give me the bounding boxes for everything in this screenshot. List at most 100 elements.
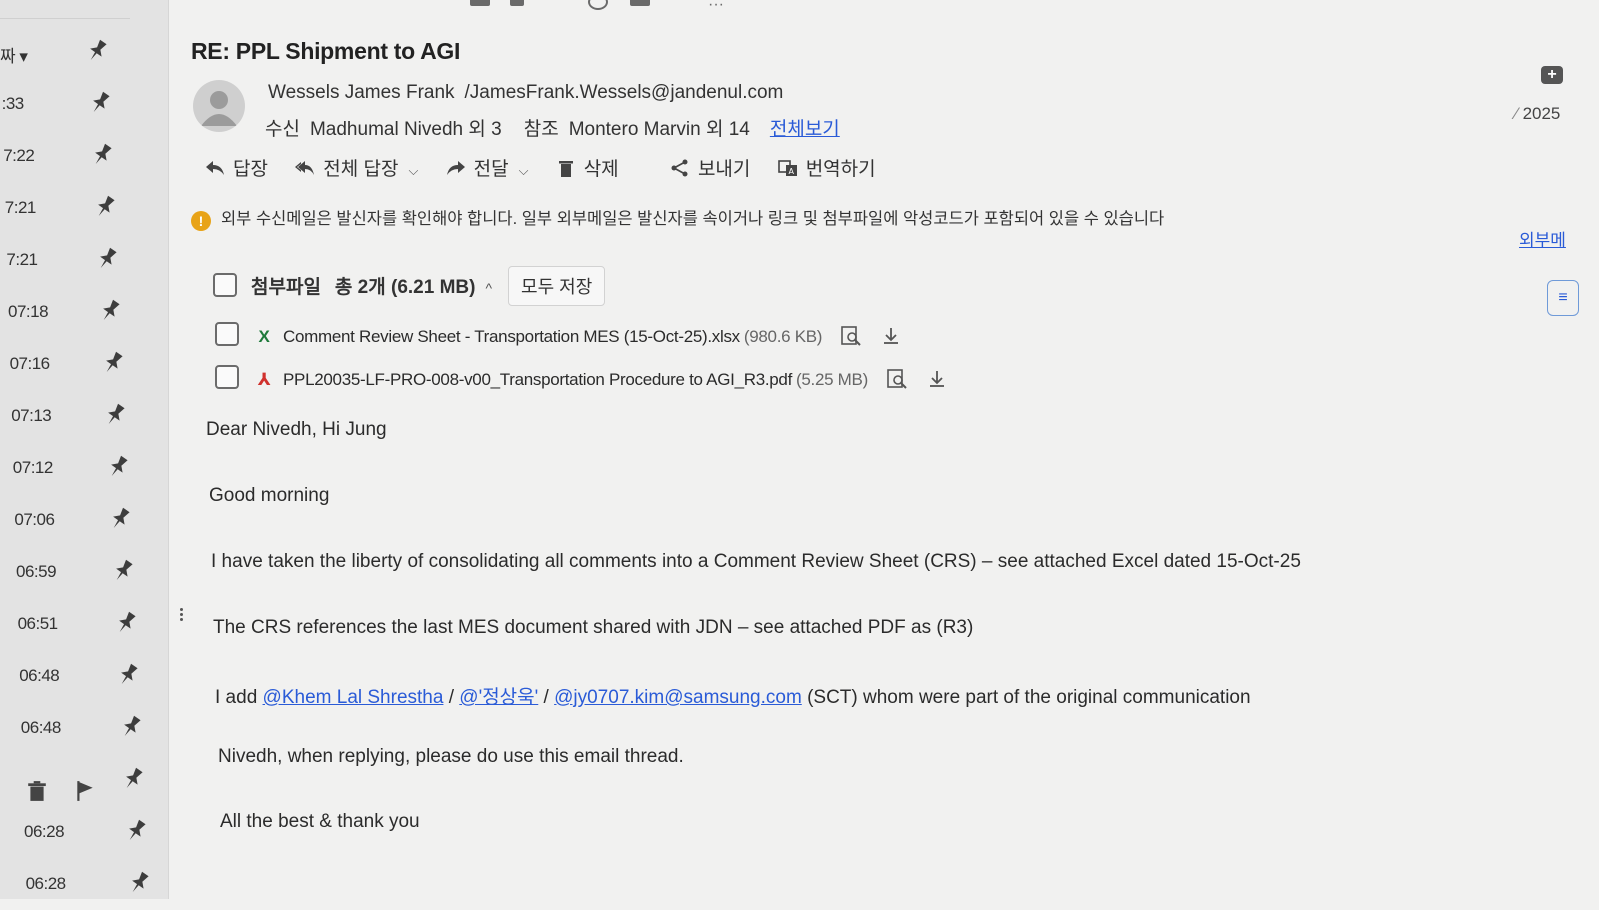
- message-list-item[interactable]: 06:48: [0, 652, 160, 702]
- pin-icon[interactable]: [94, 194, 116, 220]
- pin-icon[interactable]: [102, 350, 124, 376]
- save-all-button[interactable]: 모두 저장: [508, 266, 606, 306]
- preview-icon[interactable]: [886, 368, 908, 390]
- sender-avatar[interactable]: [193, 80, 245, 132]
- download-icon[interactable]: [880, 325, 902, 347]
- message-list-item[interactable]: 7:21: [0, 236, 160, 286]
- message-list-item[interactable]: 7:21: [0, 184, 160, 234]
- message-time: 06:28: [24, 822, 65, 841]
- pin-icon[interactable]: [122, 766, 144, 792]
- message-time: 06:59: [16, 562, 57, 581]
- attachment-size: (5.25 MB): [796, 370, 868, 389]
- message-time: 7:22: [3, 146, 35, 165]
- pin-icon[interactable]: [89, 90, 111, 116]
- translate-button[interactable]: A 번역하기: [777, 154, 876, 181]
- pin-icon[interactable]: [125, 818, 147, 844]
- separator: /: [543, 687, 549, 708]
- to-recipients[interactable]: Madhumal Nivedh 외 3: [310, 119, 502, 140]
- attachment-size: (980.6 KB): [743, 327, 823, 346]
- download-icon[interactable]: [926, 368, 948, 390]
- chevron-up-icon[interactable]: ^: [485, 280, 492, 296]
- attachment-name[interactable]: PPL20035-LF-PRO-008-v00_Transportation P…: [283, 370, 792, 389]
- message-list-item[interactable]: :33: [0, 80, 160, 130]
- external-mail-link[interactable]: 외부메: [1519, 226, 1566, 251]
- message-list-item[interactable]: 07:12: [0, 444, 160, 494]
- message-list-item[interactable]: 7:22: [0, 132, 160, 182]
- reply-label: 답장: [233, 159, 268, 180]
- pin-icon[interactable]: [128, 870, 150, 896]
- pin-icon[interactable]: [91, 142, 113, 168]
- add-icon[interactable]: +: [1541, 66, 1563, 84]
- message-list-item[interactable]: 짜 ▾: [0, 28, 160, 78]
- message-time: 06:28: [25, 874, 67, 893]
- message-list-item[interactable]: 06:28: [0, 808, 160, 858]
- preview-icon[interactable]: [840, 325, 862, 347]
- reply-button[interactable]: 답장: [205, 154, 268, 181]
- delete-label: 삭제: [583, 159, 619, 180]
- message-list-item[interactable]: 06:48: [0, 704, 160, 754]
- attachment-checkbox[interactable]: [215, 322, 239, 346]
- message-list-item[interactable]: 07:16: [0, 340, 160, 390]
- pin-icon[interactable]: [109, 506, 131, 532]
- message-time: 07:12: [12, 458, 54, 477]
- pin-icon[interactable]: [112, 558, 134, 584]
- message-time: 7:21: [4, 198, 37, 217]
- received-date: ⁄ 2025: [1515, 104, 1561, 123]
- message-time: 07:06: [14, 510, 55, 529]
- pin-icon[interactable]: [99, 298, 121, 324]
- pdf-icon: ⅄: [257, 370, 271, 389]
- pin-icon[interactable]: [117, 662, 139, 688]
- cc-recipients[interactable]: Montero Marvin 외 14: [569, 119, 750, 140]
- attachments-header: 첨부파일 총 2개 (6.21 MB) ^ 모두 저장: [213, 266, 606, 306]
- attachment-name[interactable]: Comment Review Sheet - Transportation ME…: [283, 327, 740, 346]
- attachment-row[interactable]: ⅄ PPL20035-LF-PRO-008-v00_Transportation …: [215, 365, 948, 390]
- side-panel-toggle-icon[interactable]: ≡: [1547, 280, 1579, 316]
- reply-all-button[interactable]: 전체 답장 ⌵: [295, 154, 418, 181]
- mention-link[interactable]: @Khem Lal Shrestha: [263, 687, 444, 708]
- message-list-item[interactable]: 07:13: [0, 392, 160, 442]
- message-time: 07:13: [11, 406, 52, 425]
- pin-icon[interactable]: [107, 454, 129, 480]
- flag-icon[interactable]: [74, 780, 96, 802]
- message-time: 짜 ▾: [0, 47, 28, 66]
- reading-pane: RE: PPL Shipment to AGI Wessels James Fr…: [185, 0, 1515, 899]
- pin-icon[interactable]: [86, 38, 108, 64]
- forward-button[interactable]: 전달 ⌵: [446, 154, 529, 181]
- message-time: 06:51: [17, 614, 59, 633]
- message-time: 07:16: [9, 354, 51, 373]
- sender-email[interactable]: /JamesFrank.Wessels@jandenul.com: [465, 82, 784, 103]
- body-paragraph: I have taken the liberty of consolidatin…: [211, 551, 1301, 572]
- pin-icon[interactable]: [96, 246, 118, 272]
- body-paragraph: The CRS references the last MES document…: [213, 617, 974, 638]
- send-button[interactable]: 보내기: [670, 154, 750, 181]
- to-label: 수신: [265, 119, 300, 140]
- trash-icon[interactable]: [26, 780, 48, 802]
- chevron-down-icon[interactable]: ⌵: [408, 163, 418, 179]
- reply-icon: [205, 159, 225, 177]
- pin-icon[interactable]: [120, 714, 142, 740]
- view-all-recipients-link[interactable]: 전체보기: [770, 119, 840, 140]
- pin-icon[interactable]: [115, 610, 137, 636]
- right-panel: + ⁄ 2025 외부메 ≡: [1515, 0, 1599, 899]
- attachment-row[interactable]: X Comment Review Sheet - Transportation M…: [215, 322, 902, 347]
- separator: /: [448, 687, 454, 708]
- trash-icon: [556, 159, 576, 177]
- pin-icon[interactable]: [104, 402, 126, 428]
- attachment-checkbox[interactable]: [215, 365, 239, 389]
- message-list-item[interactable]: 07:18: [0, 288, 160, 338]
- forward-icon: [446, 159, 466, 177]
- message-list-item[interactable]: 07:06: [0, 496, 160, 546]
- chevron-down-icon[interactable]: ⌵: [519, 163, 529, 179]
- delete-button[interactable]: 삭제: [556, 154, 619, 181]
- pane-splitter-handle[interactable]: [180, 606, 184, 630]
- select-all-attachments-checkbox[interactable]: [213, 273, 237, 297]
- email-subject: RE: PPL Shipment to AGI: [191, 38, 461, 64]
- message-list-item[interactable]: 06:59: [0, 548, 160, 598]
- message-time: 7:21: [6, 250, 38, 269]
- message-list-item[interactable]: 06:28: [0, 860, 160, 910]
- body-paragraph-mentions: I add @Khem Lal Shrestha / @'정상욱' / @jy0…: [215, 682, 1251, 709]
- mention-link[interactable]: @jy0707.kim@samsung.com: [554, 687, 802, 708]
- mention-link[interactable]: @'정상욱': [459, 687, 538, 708]
- sender-name[interactable]: Wessels James Frank: [268, 82, 455, 103]
- message-list-item[interactable]: 06:51: [0, 600, 160, 650]
